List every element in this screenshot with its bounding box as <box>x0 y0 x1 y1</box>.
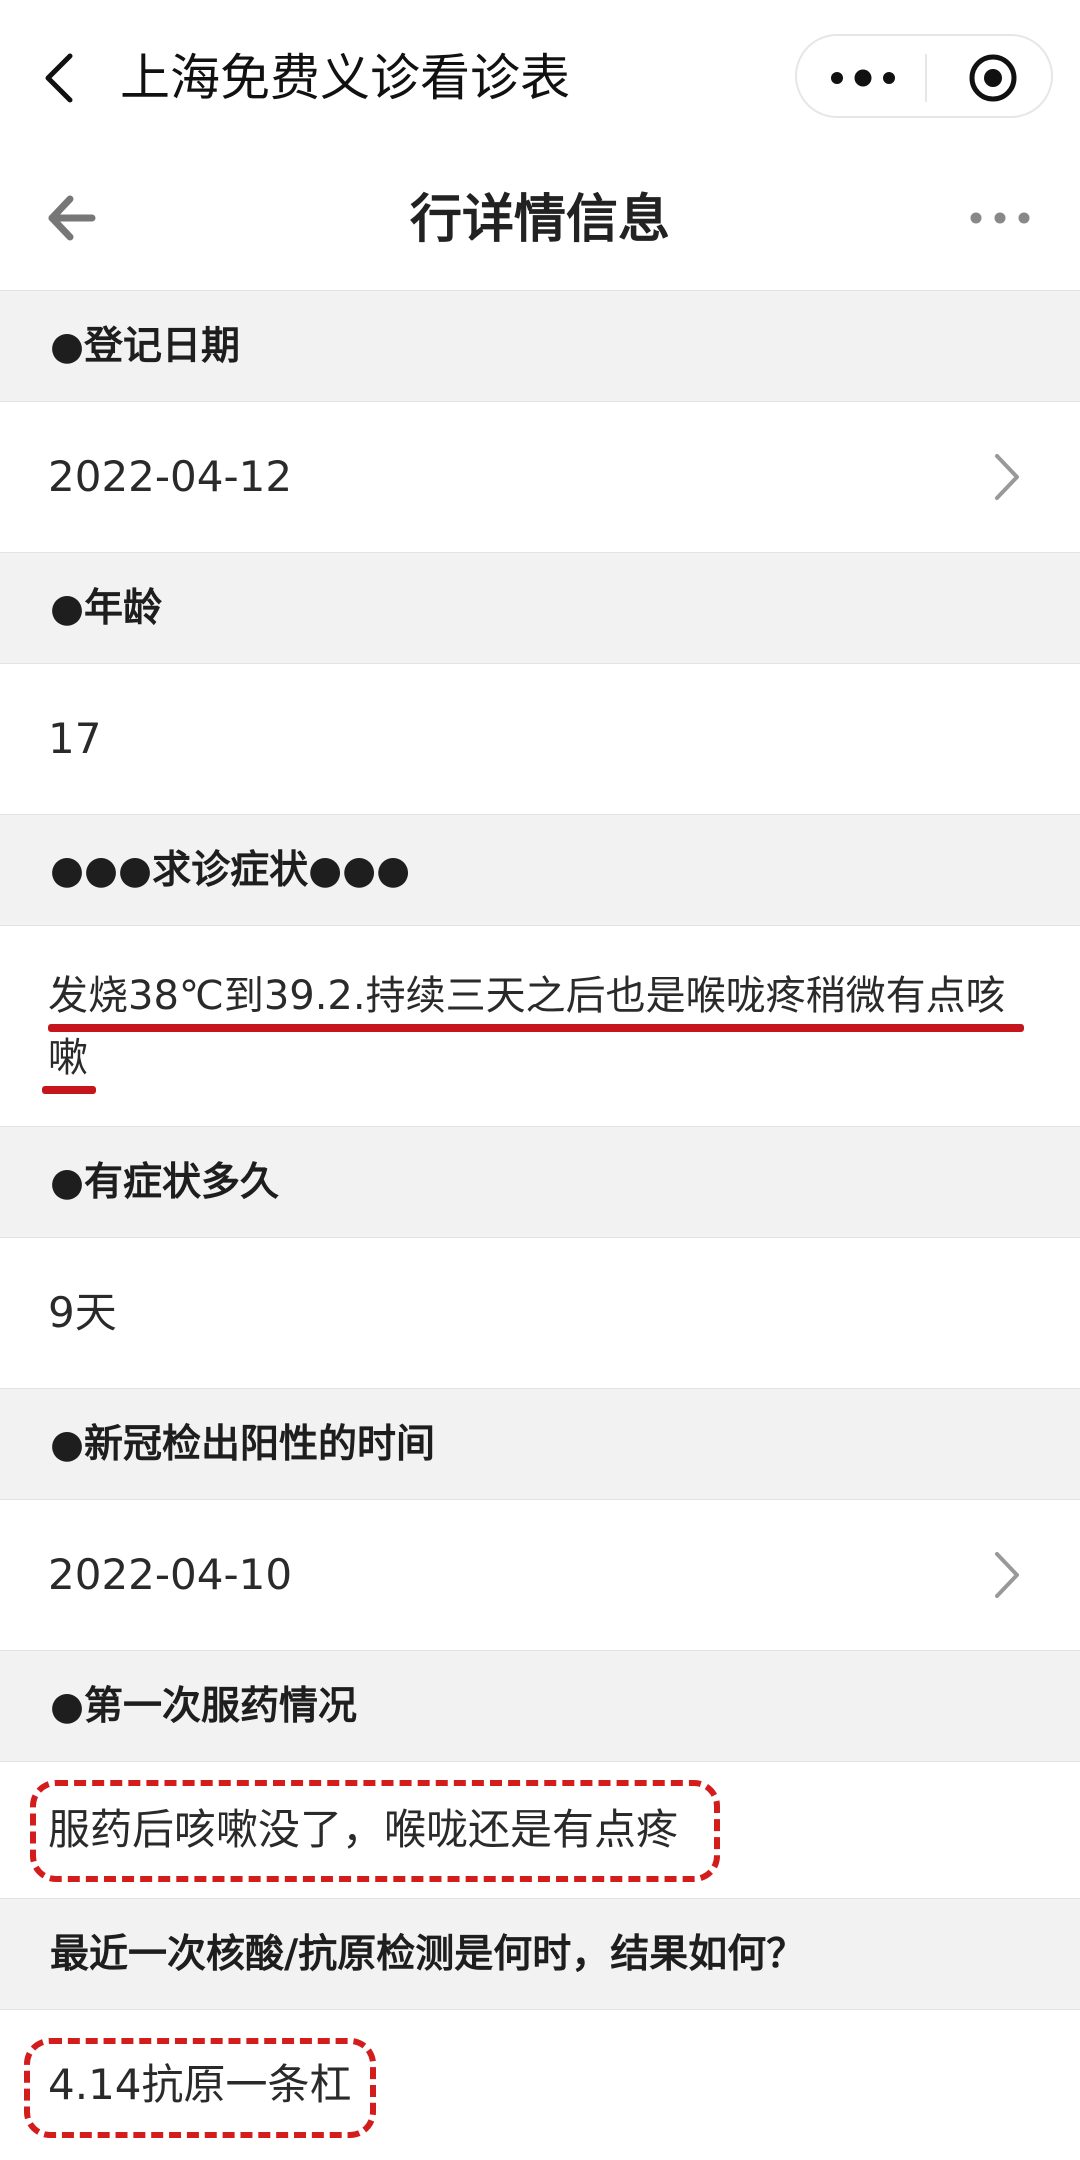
section-header-latest-test: 最近一次核酸/抗原检测是何时，结果如何？ <box>0 1898 1080 2010</box>
red-dashed-annotation <box>30 1780 720 1882</box>
field-first-medication: 服药后咳嗽没了，喉咙还是有点疼 <box>0 1762 1080 1898</box>
field-label: ●有症状多久 <box>50 1160 280 1205</box>
capsule-divider <box>925 54 927 102</box>
symptom-text-line: 发烧38℃到39.2.持续三天之后也是喉咙疼稍微有点咳 <box>48 973 1006 1019</box>
section-header-age: ●年龄 <box>0 552 1080 664</box>
field-label: ●●●求诊症状●●● <box>50 848 411 893</box>
chevron-left-icon[interactable] <box>40 50 80 106</box>
field-positive-date[interactable]: 2022-04-10 <box>0 1500 1080 1650</box>
target-circle-icon[interactable] <box>967 52 1019 104</box>
red-dashed-annotation <box>24 2038 376 2138</box>
section-header-duration: ●有症状多久 <box>0 1126 1080 1238</box>
symptom-text-line: 嗽 <box>48 1035 88 1081</box>
more-dots-icon[interactable] <box>968 208 1032 228</box>
field-register-date[interactable]: 2022-04-12 <box>0 402 1080 552</box>
field-label: ●新冠检出阳性的时间 <box>50 1422 436 1467</box>
field-symptoms: 发烧38℃到39.2.持续三天之后也是喉咙疼稍微有点咳 嗽 <box>0 926 1080 1126</box>
section-header-first-medication: ●第一次服药情况 <box>0 1650 1080 1762</box>
field-label: ●登记日期 <box>50 324 241 369</box>
chevron-right-icon <box>995 454 1019 500</box>
mini-program-title: 上海免费义诊看诊表 <box>120 49 570 107</box>
chevron-right-icon <box>995 1552 1019 1598</box>
field-age: 17 <box>0 664 1080 814</box>
red-underline-annotation <box>42 1086 96 1094</box>
field-value: 2022-04-10 <box>48 1550 293 1599</box>
more-dots-icon[interactable] <box>827 58 899 98</box>
page-title: 行详情信息 <box>409 190 670 250</box>
red-underline-annotation <box>48 1024 1024 1032</box>
field-label: 最近一次核酸/抗原检测是何时，结果如何？ <box>50 1932 806 1977</box>
page-header: 行详情信息 <box>0 150 1080 291</box>
field-label: ●第一次服药情况 <box>50 1684 358 1729</box>
section-header-positive-date: ●新冠检出阳性的时间 <box>0 1388 1080 1500</box>
field-duration: 9天 <box>0 1238 1080 1388</box>
mini-program-bar: 上海免费义诊看诊表 <box>0 0 1080 150</box>
field-value: 9天 <box>48 1288 117 1337</box>
field-latest-test: 4.14抗原一条杠 <box>0 2010 1080 2153</box>
section-header-symptoms: ●●●求诊症状●●● <box>0 814 1080 926</box>
field-label: ●年龄 <box>50 586 163 631</box>
section-header-register-date: ●登记日期 <box>0 290 1080 402</box>
capsule-menu <box>795 34 1053 118</box>
field-value: 2022-04-12 <box>48 452 293 501</box>
field-value: 17 <box>48 714 102 763</box>
